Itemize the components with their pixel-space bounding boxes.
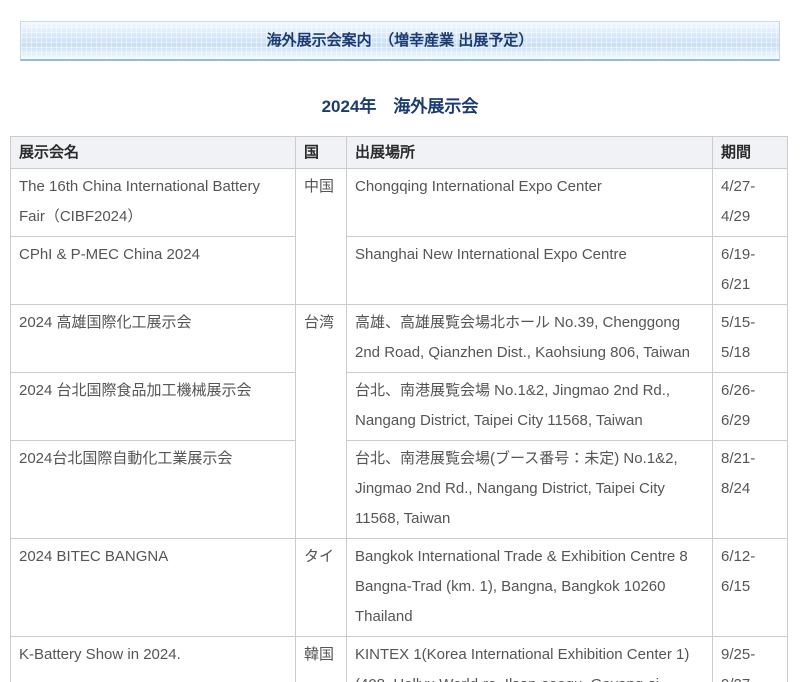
country-cell-thailand: タイ — [296, 539, 347, 637]
banner-title: 海外展示会案内 （増幸産業 出展予定） — [267, 32, 534, 49]
period-cell: 5/15- 5/18 — [713, 305, 788, 373]
exhibition-name-cell: 2024 BITEC BANGNA — [11, 539, 296, 637]
period-cell: 6/19- 6/21 — [713, 237, 788, 305]
venue-cell: KINTEX 1(Korea International Exhibition … — [347, 637, 713, 682]
period-cell: 6/12- 6/15 — [713, 539, 788, 637]
exhibitions-table: 展示会名 国 出展場所 期間 The 16th China Internatio… — [10, 136, 788, 682]
period-cell: 4/27- 4/29 — [713, 169, 788, 237]
venue-cell: Shanghai New International Expo Centre — [347, 237, 713, 305]
table-row: CPhI & P-MEC China 2024 Shanghai New Int… — [11, 237, 788, 305]
page-banner: 海外展示会案内 （増幸産業 出展予定） — [20, 21, 780, 61]
venue-cell: Bangkok International Trade & Exhibition… — [347, 539, 713, 637]
page-title: 2024年 海外展示会 — [0, 92, 800, 117]
venue-cell: 台北、南港展覧会場(ブース番号：未定) No.1&2, Jingmao 2nd … — [347, 441, 713, 539]
exhibition-name-cell: 2024台北国際自動化工業展示会 — [11, 441, 296, 539]
exhibition-name-cell: The 16th China International Battery Fai… — [11, 169, 296, 237]
country-cell-korea: 韓国 — [296, 637, 347, 682]
column-header-exhibition-name: 展示会名 — [11, 137, 296, 169]
period-cell: 8/21- 8/24 — [713, 441, 788, 539]
exhibition-name-cell: CPhI & P-MEC China 2024 — [11, 237, 296, 305]
table-row: 2024台北国際自動化工業展示会 台北、南港展覧会場(ブース番号：未定) No.… — [11, 441, 788, 539]
country-cell-china: 中国 — [296, 169, 347, 305]
column-header-period: 期間 — [713, 137, 788, 169]
exhibition-name-cell: K-Battery Show in 2024. — [11, 637, 296, 682]
table-row: The 16th China International Battery Fai… — [11, 169, 788, 237]
period-cell: 6/26- 6/29 — [713, 373, 788, 441]
exhibition-name-cell: 2024 高雄国際化工展示会 — [11, 305, 296, 373]
period-cell: 9/25- 9/27 — [713, 637, 788, 682]
table-header-row: 展示会名 国 出展場所 期間 — [11, 137, 788, 169]
table-row: K-Battery Show in 2024. 韓国 KINTEX 1(Kore… — [11, 637, 788, 682]
table-row: 2024 高雄国際化工展示会 台湾 高雄、高雄展覧会場北ホール No.39, C… — [11, 305, 788, 373]
column-header-venue: 出展場所 — [347, 137, 713, 169]
country-cell-taiwan: 台湾 — [296, 305, 347, 539]
column-header-country: 国 — [296, 137, 347, 169]
exhibition-name-cell: 2024 台北国際食品加工機械展示会 — [11, 373, 296, 441]
table-row: 2024 台北国際食品加工機械展示会 台北、南港展覧会場 No.1&2, Jin… — [11, 373, 788, 441]
venue-cell: 台北、南港展覧会場 No.1&2, Jingmao 2nd Rd., Nanga… — [347, 373, 713, 441]
venue-cell: 高雄、高雄展覧会場北ホール No.39, Chenggong 2nd Road,… — [347, 305, 713, 373]
table-row: 2024 BITEC BANGNA タイ Bangkok Internation… — [11, 539, 788, 637]
venue-cell: Chongqing International Expo Center — [347, 169, 713, 237]
